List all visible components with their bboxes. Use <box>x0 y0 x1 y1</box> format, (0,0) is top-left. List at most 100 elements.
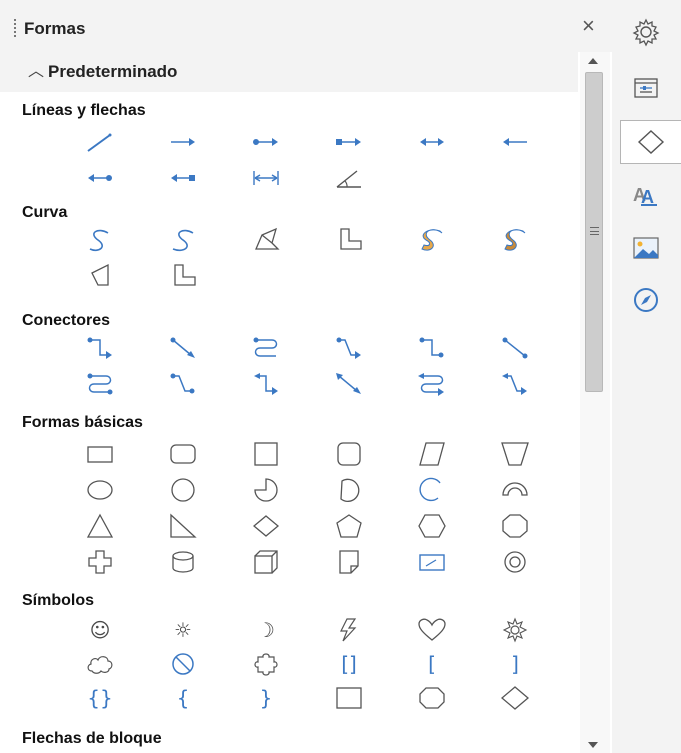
connector-ends-circle-icon[interactable] <box>412 334 452 362</box>
line-icon[interactable] <box>80 128 120 156</box>
curved-connector-circles-icon[interactable] <box>80 370 120 398</box>
line-square-arrow-icon[interactable] <box>329 128 369 156</box>
page-settings-icon <box>634 78 658 98</box>
tab-shapes[interactable] <box>620 120 681 164</box>
cloud-icon[interactable] <box>80 650 120 678</box>
tab-navigator[interactable] <box>622 278 670 322</box>
folded-corner-icon[interactable] <box>329 548 369 576</box>
tab-gallery[interactable] <box>622 226 670 270</box>
parallelogram-icon[interactable] <box>412 440 452 468</box>
polygon-45-icon[interactable] <box>329 226 369 254</box>
scroll-up-arrow-icon[interactable] <box>588 58 598 64</box>
ring-icon[interactable] <box>495 548 535 576</box>
double-bracket-icon[interactable]: [] <box>329 650 369 678</box>
square-icon[interactable] <box>246 440 286 468</box>
curved-connector-arrows-icon[interactable] <box>412 370 452 398</box>
trapezoid-icon[interactable] <box>495 440 535 468</box>
rounded-square-icon[interactable] <box>329 440 369 468</box>
line-circle-arrow-icon[interactable] <box>246 128 286 156</box>
freeform-polygon-icon[interactable] <box>80 262 120 290</box>
section-title-basic-shapes: Formas básicas <box>22 414 143 431</box>
right-bracket-icon[interactable]: ] <box>495 650 535 678</box>
curve-filled-2-icon[interactable] <box>495 226 535 254</box>
circle-pie-icon[interactable] <box>246 476 286 504</box>
straight-connector-icon[interactable] <box>163 334 203 362</box>
section-title-curve: Curva <box>22 204 68 221</box>
curve-icon[interactable] <box>80 226 120 254</box>
chevron-up-icon[interactable]: ︿ <box>28 57 44 81</box>
line-connector-icon[interactable] <box>329 334 369 362</box>
section-title-connectors: Conectores <box>22 312 111 329</box>
flower-icon[interactable] <box>495 616 535 644</box>
lightning-icon[interactable] <box>329 616 369 644</box>
rectangle-icon[interactable] <box>80 440 120 468</box>
double-brace-icon[interactable]: {} <box>80 684 120 712</box>
heart-icon[interactable] <box>412 616 452 644</box>
dimension-line-icon[interactable] <box>246 164 286 192</box>
scroll-down-arrow-icon[interactable] <box>588 742 598 748</box>
diamond-bevel-icon[interactable] <box>495 684 535 712</box>
tab-page[interactable] <box>622 66 670 110</box>
sun-icon[interactable]: ☼ <box>163 616 203 644</box>
braces-glyph: {} <box>87 686 113 710</box>
tab-properties[interactable] <box>622 10 670 54</box>
hexagon-icon[interactable] <box>412 512 452 540</box>
panel-title: Formas <box>24 19 86 38</box>
drag-grip-icon[interactable] <box>14 19 17 37</box>
line-connector-arrows-icon[interactable] <box>495 370 535 398</box>
section-title-symbols: Símbolos <box>22 592 95 609</box>
straight-connector-circles-icon[interactable] <box>495 334 535 362</box>
deck-header-predeterminado[interactable]: ︿ Predeterminado <box>0 52 578 92</box>
line-ends-arrow-icon[interactable] <box>163 128 203 156</box>
left-bracket-glyph: [ <box>428 652 436 676</box>
curved-connector-icon[interactable] <box>246 334 286 362</box>
connector-arrows-icon[interactable] <box>246 370 286 398</box>
connector-icon[interactable] <box>80 334 120 362</box>
frame-icon[interactable] <box>412 548 452 576</box>
polygon-45-filled-icon[interactable] <box>163 262 203 290</box>
moon-icon[interactable]: ☽ <box>246 616 286 644</box>
cylinder-icon[interactable] <box>163 548 203 576</box>
navigator-compass-icon <box>634 288 658 312</box>
puzzle-icon[interactable] <box>246 650 286 678</box>
pentagon-icon[interactable] <box>329 512 369 540</box>
isosceles-triangle-icon[interactable] <box>80 512 120 540</box>
cross-icon[interactable] <box>80 548 120 576</box>
right-triangle-icon[interactable] <box>163 512 203 540</box>
deck-title: Predeterminado <box>48 62 178 81</box>
curve-open-icon[interactable] <box>163 226 203 254</box>
octagon-icon[interactable] <box>495 512 535 540</box>
rounded-rectangle-icon[interactable] <box>163 440 203 468</box>
cube-icon[interactable] <box>246 548 286 576</box>
arc-icon[interactable] <box>412 476 452 504</box>
tab-styles[interactable]: AA <box>622 172 670 216</box>
curve-filled-icon[interactable] <box>412 226 452 254</box>
left-brace-icon[interactable]: { <box>163 684 203 712</box>
diamond-icon[interactable] <box>246 512 286 540</box>
straight-connector-arrows-icon[interactable] <box>329 370 369 398</box>
line-connector-circles-icon[interactable] <box>163 370 203 398</box>
block-arc-icon[interactable] <box>495 476 535 504</box>
line-double-arrow-icon[interactable] <box>412 128 452 156</box>
prohibited-icon[interactable] <box>163 650 203 678</box>
section-title-lines: Líneas y flechas <box>22 102 146 119</box>
line-arrow-square-icon[interactable] <box>163 164 203 192</box>
polygon-icon[interactable] <box>246 226 286 254</box>
left-bracket-icon[interactable]: [ <box>412 650 452 678</box>
smiley-face-icon[interactable]: ☺ <box>80 616 120 644</box>
circle-segment-icon[interactable] <box>329 476 369 504</box>
styles-icon: AA <box>633 185 657 207</box>
left-brace-glyph: { <box>176 686 190 710</box>
octagon-bevel-icon[interactable] <box>412 684 452 712</box>
square-bevel-icon[interactable] <box>329 684 369 712</box>
ellipse-icon[interactable] <box>80 476 120 504</box>
line-starts-arrow-icon[interactable] <box>495 128 535 156</box>
close-icon[interactable]: × <box>582 13 595 39</box>
shapes-content: ︿ Predeterminado Líneas y flechas Curva … <box>0 52 578 753</box>
line-arrow-circle-icon[interactable] <box>80 164 120 192</box>
scroll-thumb[interactable] <box>585 72 603 392</box>
right-brace-icon[interactable]: } <box>246 684 286 712</box>
circle-icon[interactable] <box>163 476 203 504</box>
vertical-scrollbar[interactable] <box>580 52 610 753</box>
line-45-icon[interactable] <box>329 164 369 192</box>
